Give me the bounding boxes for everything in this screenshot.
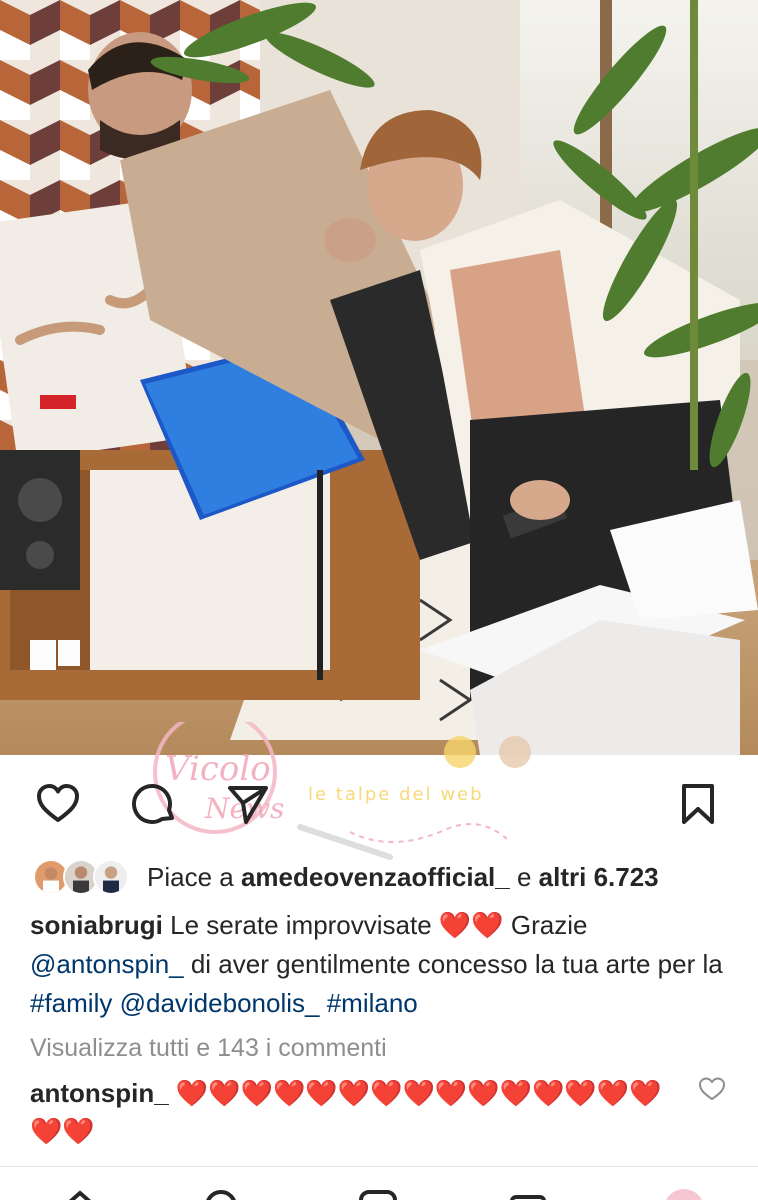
hashtag-link[interactable]: #milano	[327, 988, 418, 1018]
caption-username[interactable]: soniabrugi	[30, 910, 163, 940]
likes-row[interactable]: Piace a amedeovenzaofficial_ e altri 6.7…	[33, 856, 659, 898]
photo-illustration	[0, 0, 758, 755]
post-caption: soniabrugi Le serate improvvisate ❤️❤️ G…	[30, 906, 730, 1023]
like-button[interactable]	[30, 776, 86, 832]
caption-text: Le serate improvvisate	[162, 910, 439, 940]
liker-avatars	[33, 857, 133, 897]
heart-outline-icon	[37, 784, 79, 822]
caption-hearts: ❤️❤️	[438, 910, 504, 940]
caption-text: Grazie	[503, 910, 588, 940]
likes-count[interactable]: altri 6.723	[539, 862, 659, 892]
search-icon[interactable]	[202, 1187, 246, 1200]
caption-text	[112, 988, 119, 1018]
caption-text	[319, 988, 326, 1018]
mention-link[interactable]: @antonspin_	[30, 949, 184, 979]
hashtag-link[interactable]: #family	[30, 988, 112, 1018]
likes-conjunction: e	[509, 861, 539, 892]
avatar	[93, 859, 129, 895]
comment-bubble-icon	[132, 784, 174, 825]
post-action-bar	[0, 760, 758, 850]
post-photo[interactable]	[0, 0, 758, 755]
likes-prefix: Piace a	[147, 861, 241, 892]
comment-username[interactable]: antonspin_	[30, 1078, 169, 1108]
mention-link[interactable]: @davidebonolis_	[120, 988, 320, 1018]
paper-plane-icon	[228, 786, 268, 824]
small-heart-icon[interactable]	[697, 1074, 727, 1104]
comment-button[interactable]	[126, 776, 182, 832]
share-button[interactable]	[220, 776, 276, 832]
home-icon[interactable]	[58, 1187, 102, 1200]
liker-username[interactable]: amedeovenzaofficial_	[241, 862, 510, 892]
likes-summary: Piace a amedeovenzaofficial_ e altri 6.7…	[147, 862, 659, 893]
reels-icon[interactable]	[356, 1187, 400, 1200]
profile-avatar-icon[interactable]	[662, 1187, 706, 1200]
bottom-navigation	[0, 1167, 758, 1200]
save-button[interactable]	[670, 776, 726, 832]
view-all-comments-link[interactable]: Visualizza tutti e 143 i commenti	[30, 1034, 387, 1063]
bookmark-icon	[682, 784, 714, 824]
comment-item: antonspin_ ❤️❤️❤️❤️❤️❤️❤️❤️❤️❤️❤️❤️❤️❤️❤…	[30, 1074, 670, 1150]
shop-icon[interactable]	[506, 1187, 550, 1200]
caption-text: di aver gentilmente concesso la tua arte…	[183, 949, 723, 979]
